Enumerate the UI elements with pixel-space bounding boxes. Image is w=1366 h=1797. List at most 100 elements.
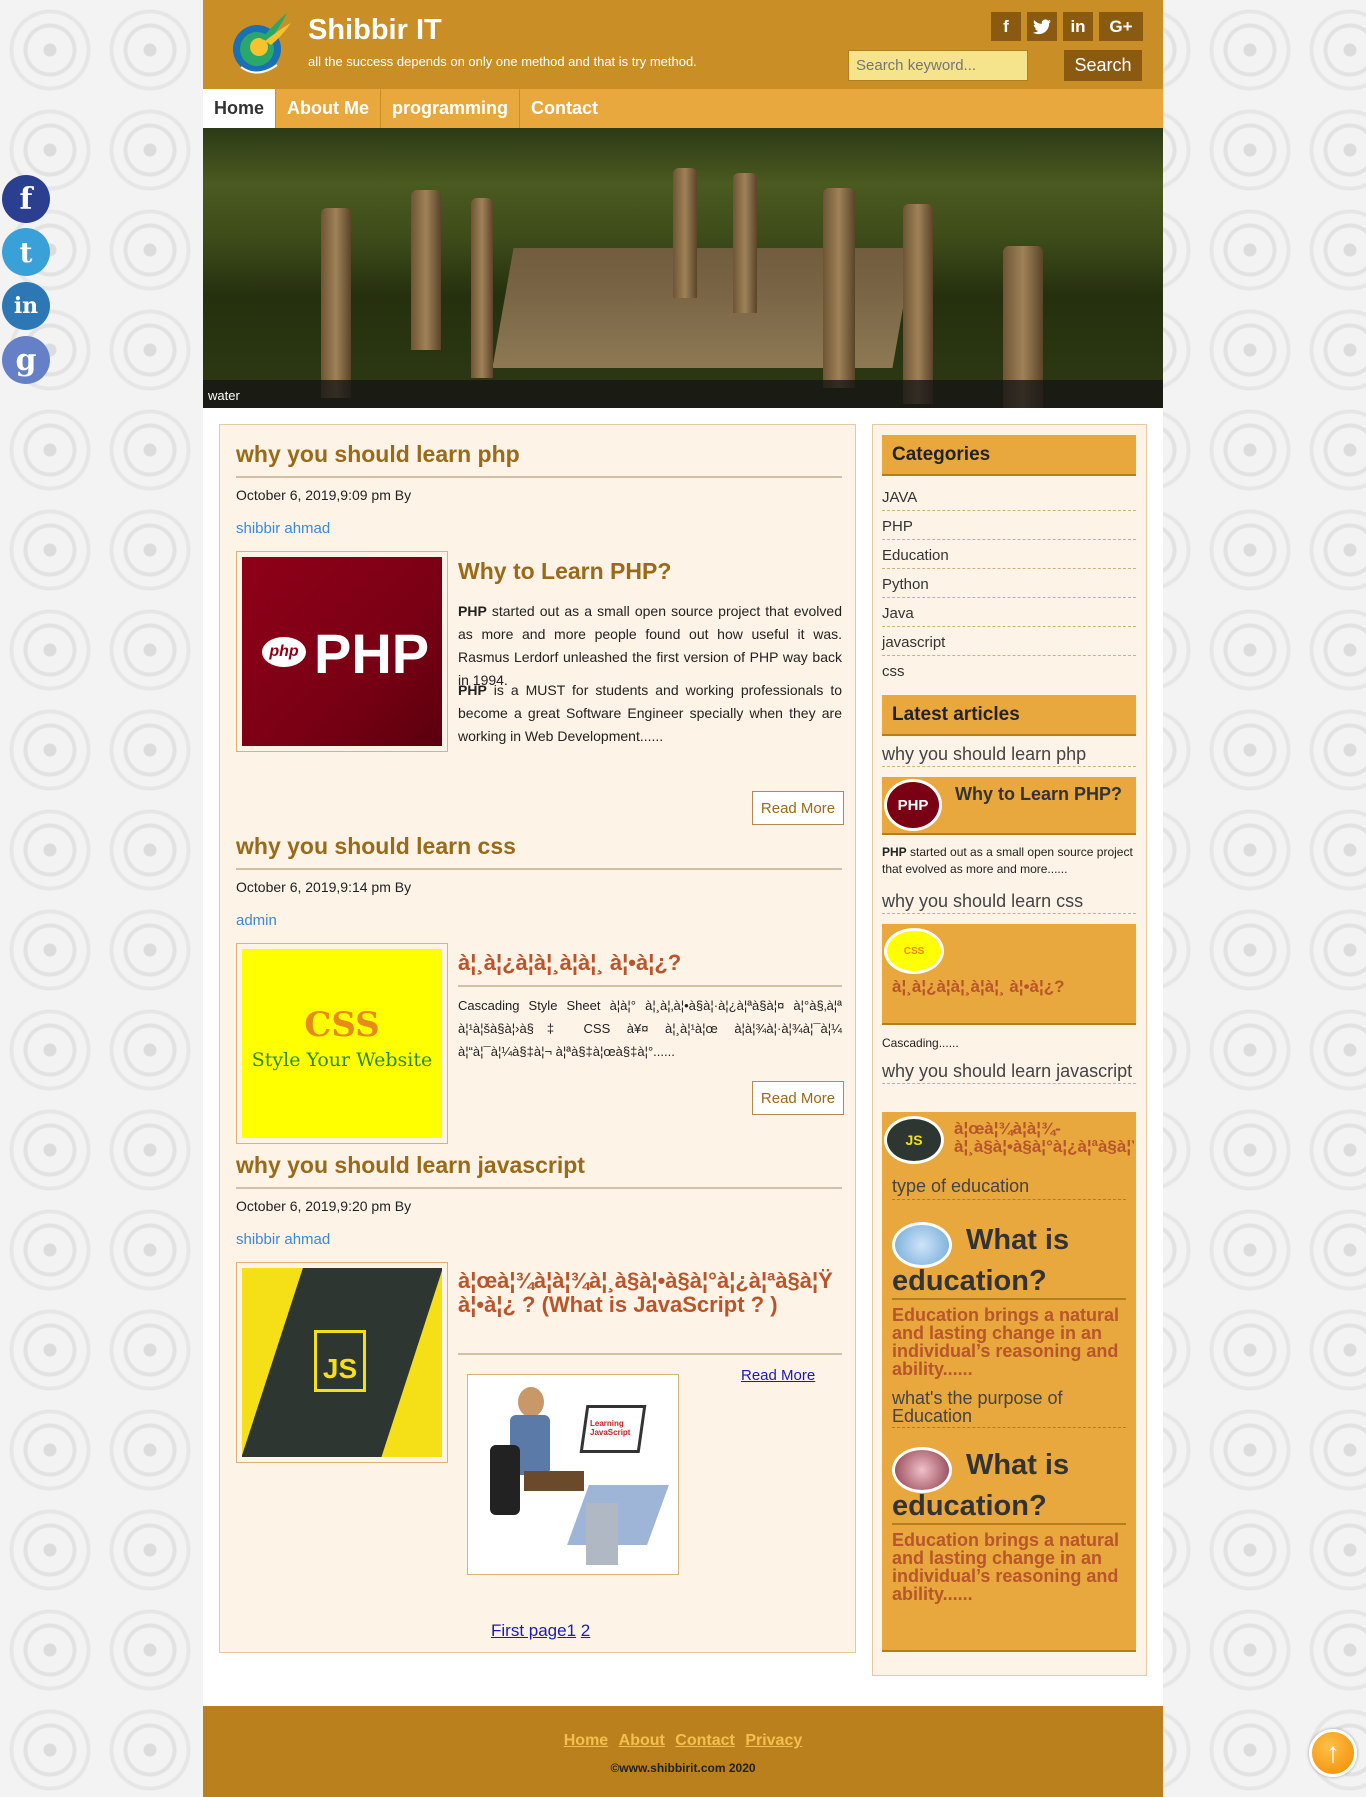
read-more-button[interactable]: Read More	[752, 1081, 844, 1115]
pager-page-2[interactable]: 2	[581, 1621, 590, 1640]
post-date: October 6, 2019,9:09 pm By	[236, 487, 412, 503]
article-paragraph: PHP is a MUST for students and working p…	[458, 682, 842, 744]
logo-icon[interactable]	[221, 9, 293, 81]
site-title[interactable]: Shibbir IT	[308, 14, 442, 47]
latest-article-card[interactable]: JS à¦œà¦¾à¦­à¦¾-à¦¸à§à¦•à§à¦°à¦¿à¦ªà§à¦Ÿ…	[882, 1112, 1136, 1652]
latest-article-link[interactable]: why you should learn javascript	[882, 1062, 1136, 1084]
float-linkedin-icon[interactable]: in	[2, 282, 50, 330]
js-badge-icon: JS	[884, 1116, 944, 1164]
post-date: October 6, 2019,9:20 pm By	[236, 1198, 412, 1214]
main-content: why you should learn php October 6, 2019…	[219, 424, 856, 1653]
divider	[458, 1353, 842, 1355]
category-link[interactable]: PHP	[882, 518, 1136, 540]
pagination: First page1 2	[491, 1621, 590, 1641]
latest-card-title: à¦¸à¦¿à¦à¦¸à¦à¦¸ à¦•à¦¿?	[892, 977, 1065, 996]
article-paragraph: Cascading Style Sheet à¦à¦° à¦¸à¦‚à¦•à§à…	[458, 998, 842, 1059]
article-title: à¦œà¦¾à¦­à¦¾à¦¸à§à¦•à§à¦°à¦¿à¦ªà§à¦Ÿ à¦•…	[458, 1268, 833, 1317]
footer-privacy-link[interactable]: Privacy	[745, 1732, 802, 1749]
hero-post	[471, 198, 493, 378]
category-link[interactable]: Java	[882, 605, 1136, 627]
article-title: Why to Learn PHP?	[458, 558, 672, 584]
float-twitter-icon[interactable]: t	[2, 228, 50, 276]
css-logo-text: CSS	[304, 1005, 380, 1045]
post-date: October 6, 2019,9:14 pm By	[236, 879, 412, 895]
category-link[interactable]: JAVA	[882, 489, 1136, 511]
latest-article-link[interactable]: why you should learn php	[882, 745, 1136, 767]
divider	[892, 1523, 1126, 1525]
javascript-illustration: Learning JavaScript	[467, 1374, 679, 1575]
linkedin-icon[interactable]: in	[1063, 12, 1093, 41]
categories-heading: Categories	[882, 435, 1136, 476]
search-button[interactable]: Search	[1064, 50, 1142, 81]
post-title[interactable]: why you should learn css	[236, 833, 516, 860]
facebook-icon[interactable]: f	[991, 12, 1021, 41]
footer-contact-link[interactable]: Contact	[675, 1732, 735, 1749]
php-badge-icon: PHP	[884, 779, 942, 831]
category-link[interactable]: Education	[882, 547, 1136, 569]
site-tagline: all the success depends on only one meth…	[308, 54, 697, 69]
php-logo-text: PHP	[314, 622, 430, 685]
post-author[interactable]: admin	[236, 912, 277, 929]
education-title: What is education?	[892, 1224, 1070, 1297]
post-title[interactable]: why you should learn javascript	[236, 1152, 585, 1179]
latest-card-excerpt: Cascading......	[882, 1036, 959, 1050]
social-top-bar: f in G+	[991, 12, 1143, 41]
latest-articles-heading: Latest articles	[882, 695, 1136, 736]
education-link[interactable]: what's the purpose of Education	[892, 1389, 1126, 1428]
twitter-icon[interactable]	[1027, 12, 1057, 41]
footer-links: Home About Contact Privacy	[203, 1732, 1163, 1750]
hero-post	[321, 208, 351, 398]
category-link[interactable]: javascript	[882, 634, 1136, 656]
post-author[interactable]: shibbir ahmad	[236, 1231, 330, 1248]
education-link[interactable]: type of education	[892, 1176, 1126, 1200]
latest-card-title: Why to Learn PHP?	[955, 784, 1123, 804]
hero-caption: water	[203, 380, 1163, 408]
footer-home-link[interactable]: Home	[564, 1732, 608, 1749]
divider	[236, 868, 842, 870]
post-title[interactable]: why you should learn php	[236, 441, 520, 468]
pager-page-1[interactable]: 1	[567, 1621, 576, 1640]
education-title: What is education?	[892, 1449, 1070, 1522]
js-logo-text: JS	[314, 1330, 366, 1392]
category-link[interactable]: css	[882, 663, 1136, 684]
hero-slider[interactable]: water	[203, 128, 1163, 408]
footer-about-link[interactable]: About	[619, 1732, 665, 1749]
hero-post	[823, 188, 855, 388]
article-title: à¦¸à¦¿à¦à¦¸à¦à¦¸ à¦•à¦¿?	[458, 950, 682, 975]
illustration-label: Learning JavaScript	[590, 1419, 631, 1437]
float-google-icon[interactable]: g	[2, 336, 50, 384]
copyright: ©www.shibbirit.com 2020	[610, 1761, 756, 1775]
post-thumbnail[interactable]: php PHP	[236, 551, 448, 752]
latest-article-card[interactable]: PHP Why to Learn PHP?	[882, 777, 1136, 835]
main-nav: Home About Me programming Contact	[203, 89, 1163, 128]
site-footer: Home About Contact Privacy ©www.shibbiri…	[203, 1706, 1163, 1797]
hero-post	[673, 168, 697, 298]
latest-card-title: à¦œà¦¾à¦­à¦¾-à¦¸à§à¦•à§à¦°à¦¿à¦ªà§à¦Ÿ	[954, 1120, 1134, 1156]
read-more-link[interactable]: Read More	[741, 1367, 815, 1384]
read-more-button[interactable]: Read More	[752, 791, 844, 825]
latest-card-excerpt: PHP started out as a small open source p…	[882, 845, 1133, 876]
nav-contact[interactable]: Contact	[520, 89, 609, 128]
post-thumbnail[interactable]: CSS Style Your Website	[236, 943, 448, 1144]
search-input[interactable]	[848, 50, 1028, 81]
latest-article-card[interactable]: CSS à¦¸à¦¿à¦à¦¸à¦à¦¸ à¦•à¦¿?	[882, 924, 1136, 1025]
divider	[892, 1298, 1126, 1300]
latest-article-link[interactable]: why you should learn css	[882, 892, 1136, 914]
sidebar: Categories JAVA PHP Education Python Jav…	[872, 424, 1147, 1676]
category-link[interactable]: Python	[882, 576, 1136, 598]
googleplus-icon[interactable]: G+	[1099, 12, 1143, 41]
nav-about[interactable]: About Me	[276, 89, 381, 128]
css-badge-icon: CSS	[884, 928, 944, 974]
education-excerpt: Education brings a natural and lasting c…	[892, 1305, 1120, 1379]
hero-post	[411, 190, 441, 350]
nav-programming[interactable]: programming	[381, 89, 521, 128]
pager-first[interactable]: First page	[491, 1621, 567, 1640]
post-author[interactable]: shibbir ahmad	[236, 520, 330, 537]
education-excerpt: Education brings a natural and lasting c…	[892, 1530, 1120, 1604]
site-header: Shibbir IT all the success depends on on…	[203, 0, 1163, 89]
scroll-to-top-icon[interactable]: ↑	[1309, 1729, 1357, 1777]
nav-home[interactable]: Home	[203, 89, 277, 128]
float-facebook-icon[interactable]: f	[2, 175, 50, 223]
divider	[236, 1187, 842, 1189]
post-thumbnail[interactable]: JS	[236, 1262, 448, 1463]
